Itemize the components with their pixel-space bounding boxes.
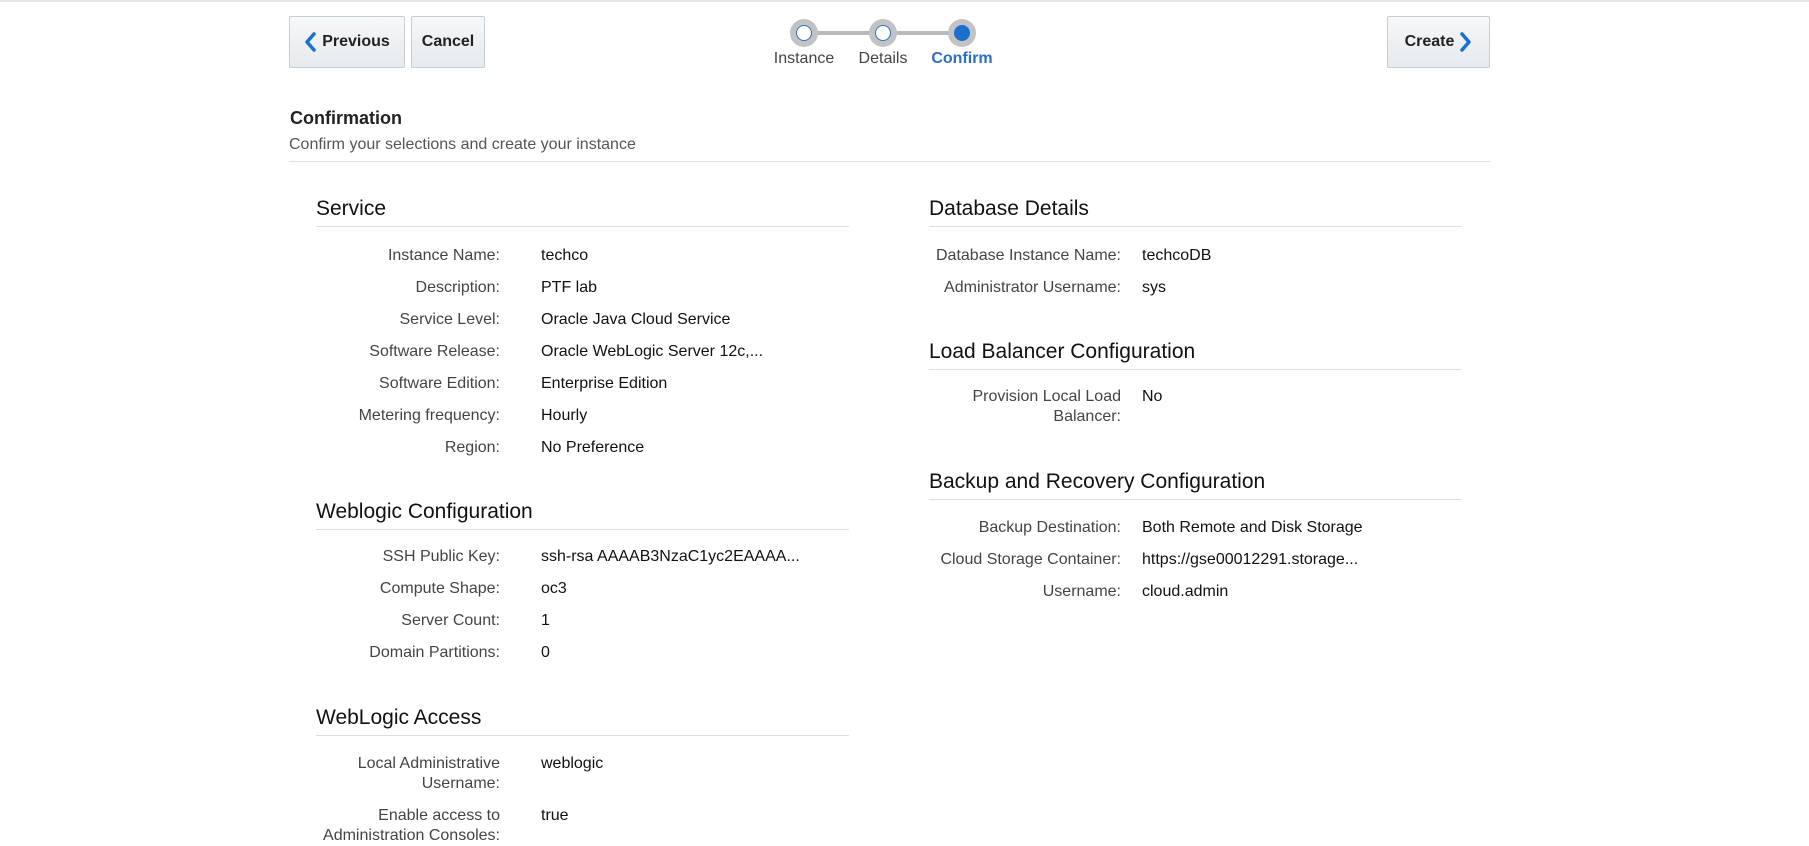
field-label: Region: [444, 439, 500, 456]
field-value: sys [1142, 279, 1166, 296]
create-button[interactable]: Create [1387, 16, 1490, 68]
top-border [0, 0, 1809, 2]
field-value: 1 [541, 612, 550, 629]
section-load-balancer-title: Load Balancer Configuration [929, 340, 1462, 370]
field-value: Oracle WebLogic Server 12c,... [541, 343, 764, 360]
field-label: Cloud Storage Container: [940, 551, 1121, 568]
field-value: No Preference [541, 439, 645, 456]
section-weblogic-access-title: WebLogic Access [316, 706, 849, 736]
cancel-button-label: Cancel [421, 33, 475, 50]
field-value: true [541, 807, 569, 824]
field-value: cloud.admin [1142, 583, 1229, 600]
previous-button-label: Previous [322, 33, 390, 50]
field-label: Provision Local Load Balancer: [972, 388, 1121, 425]
field-label: Server Count: [401, 612, 500, 629]
previous-button[interactable]: Previous [289, 16, 405, 68]
create-button-label: Create [1404, 33, 1455, 50]
field-label: Backup Destination: [978, 519, 1121, 536]
section-service-title: Service [316, 197, 849, 227]
section-database-title: Database Details [929, 197, 1462, 227]
field-value: 0 [541, 644, 550, 661]
train-label-instance[interactable]: Instance [759, 50, 849, 68]
field-label: Domain Partitions: [369, 644, 500, 661]
header-divider [289, 161, 1490, 162]
field-label: Enable access to Administration Consoles… [323, 807, 500, 844]
field-value: Oracle Java Cloud Service [541, 311, 731, 328]
train-step-instance[interactable] [790, 19, 818, 47]
chevron-left-icon [304, 32, 316, 52]
train-step-details[interactable] [869, 19, 897, 47]
page-subtitle: Confirm your selections and create your … [289, 136, 636, 153]
section-backup-title: Backup and Recovery Configuration [929, 470, 1462, 500]
train-label-details[interactable]: Details [838, 50, 928, 68]
field-label: Software Release: [369, 343, 500, 360]
field-value: weblogic [541, 755, 604, 772]
field-label: Local Administrative Username: [357, 755, 500, 792]
cancel-button[interactable]: Cancel [411, 16, 485, 68]
field-label: Username: [1042, 583, 1121, 600]
field-label: Administrator Username: [944, 279, 1121, 296]
chevron-right-icon [1460, 32, 1472, 52]
field-value: https://gse00012291.storage... [1142, 551, 1359, 568]
page-title: Confirmation [290, 108, 402, 128]
train-step-confirm [948, 19, 976, 47]
train-label-confirm: Confirm [931, 50, 993, 67]
field-value: techcoDB [1142, 247, 1212, 264]
field-value: Both Remote and Disk Storage [1142, 519, 1363, 536]
field-label: Database Instance Name: [936, 247, 1121, 264]
field-label: Service Level: [399, 311, 501, 328]
field-value: No [1142, 388, 1163, 405]
